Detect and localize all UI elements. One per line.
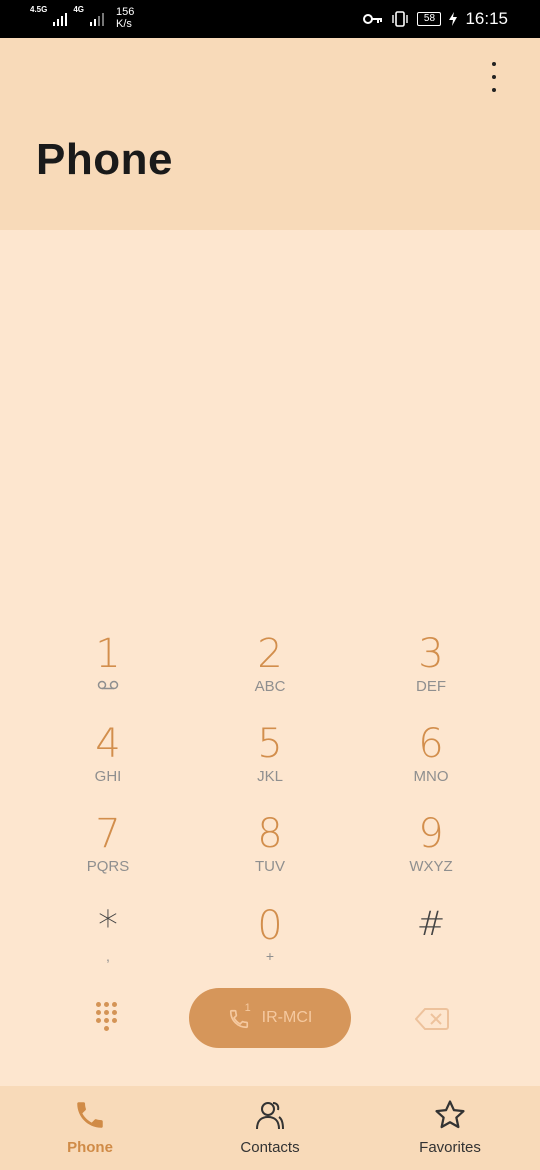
key-digit: *	[98, 903, 118, 949]
nav-phone-label: Phone	[67, 1139, 113, 1156]
voicemail-icon	[97, 680, 119, 690]
sim-number: 1	[244, 1002, 251, 1014]
status-bar: 4.5G 4G 156 K/s 58 16:15	[0, 0, 540, 38]
key-digit: 7	[95, 811, 121, 857]
app-header: Phone	[0, 38, 540, 230]
signal-bars-1-icon	[53, 10, 68, 26]
star-icon	[435, 1100, 465, 1129]
key-star[interactable]: * ,	[38, 904, 178, 984]
key-letters: WXYZ	[409, 858, 453, 875]
network-type-1: 4.5G	[30, 5, 48, 14]
key-3[interactable]: 3 DEF	[361, 632, 501, 712]
key-digit: #	[416, 904, 446, 944]
battery-indicator: 58	[417, 12, 442, 26]
more-options-icon[interactable]	[484, 62, 504, 100]
key-4[interactable]: 4 GHI	[38, 722, 178, 802]
nav-favorites[interactable]: Favorites	[390, 1098, 510, 1156]
backspace-icon[interactable]	[415, 1008, 449, 1030]
key-digit: 8	[257, 811, 283, 857]
key-letters: +	[265, 948, 275, 964]
key-letters: DEF	[416, 678, 446, 695]
key-letters: MNO	[413, 768, 449, 785]
clock: 16:15	[465, 9, 508, 28]
key-9[interactable]: 9 WXYZ	[361, 812, 501, 892]
key-letters: JKL	[257, 768, 283, 785]
signal-bars-2-icon	[90, 10, 105, 26]
speed-value: 156	[116, 6, 135, 18]
network-speed: 156 K/s	[116, 6, 134, 30]
key-digit: 6	[418, 721, 444, 767]
dialpad-toggle-icon[interactable]	[94, 1002, 122, 1032]
key-digit: 1	[95, 631, 121, 677]
key-letters: TUV	[255, 858, 285, 875]
key-letters: ABC	[254, 678, 286, 695]
key-1[interactable]: 1	[38, 632, 178, 712]
network-type-2: 4G	[73, 5, 85, 14]
key-hash[interactable]: #	[361, 902, 501, 982]
dial-actions: 1 IR-MCI	[0, 988, 540, 1050]
bottom-navigation: Phone Contacts Favorites	[0, 1086, 540, 1170]
call-button[interactable]: 1 IR-MCI	[189, 988, 351, 1048]
status-left: 4.5G 4G 156 K/s	[30, 5, 134, 31]
speed-unit: K/s	[116, 18, 132, 30]
nav-contacts-label: Contacts	[240, 1139, 300, 1156]
key-letters: GHI	[94, 768, 122, 785]
call-carrier-label: IR-MCI	[261, 1009, 313, 1026]
key-icon	[363, 14, 383, 24]
key-0[interactable]: 0 +	[200, 904, 340, 984]
key-letters: ,	[106, 948, 110, 964]
nav-phone[interactable]: Phone	[30, 1098, 150, 1156]
page-title: Phone	[36, 135, 173, 184]
key-6[interactable]: 6 MNO	[361, 722, 501, 802]
key-5[interactable]: 5 JKL	[200, 722, 340, 802]
vibrate-icon	[392, 11, 409, 27]
phone-icon	[77, 1102, 103, 1128]
charging-icon	[449, 12, 458, 26]
nav-contacts[interactable]: Contacts	[210, 1098, 330, 1156]
key-8[interactable]: 8 TUV	[200, 812, 340, 892]
key-digit: 2	[257, 631, 283, 677]
key-digit: 0	[257, 903, 283, 949]
key-letters: PQRS	[86, 858, 130, 875]
key-digit: 3	[418, 631, 444, 677]
key-7[interactable]: 7 PQRS	[38, 812, 178, 892]
key-digit: 5	[257, 721, 283, 767]
key-digit: 9	[418, 811, 444, 857]
nav-favorites-label: Favorites	[419, 1139, 481, 1156]
key-2[interactable]: 2 ABC	[200, 632, 340, 712]
key-digit: 4	[95, 721, 121, 767]
status-right: 58 16:15	[363, 9, 508, 29]
contacts-icon	[256, 1102, 284, 1130]
